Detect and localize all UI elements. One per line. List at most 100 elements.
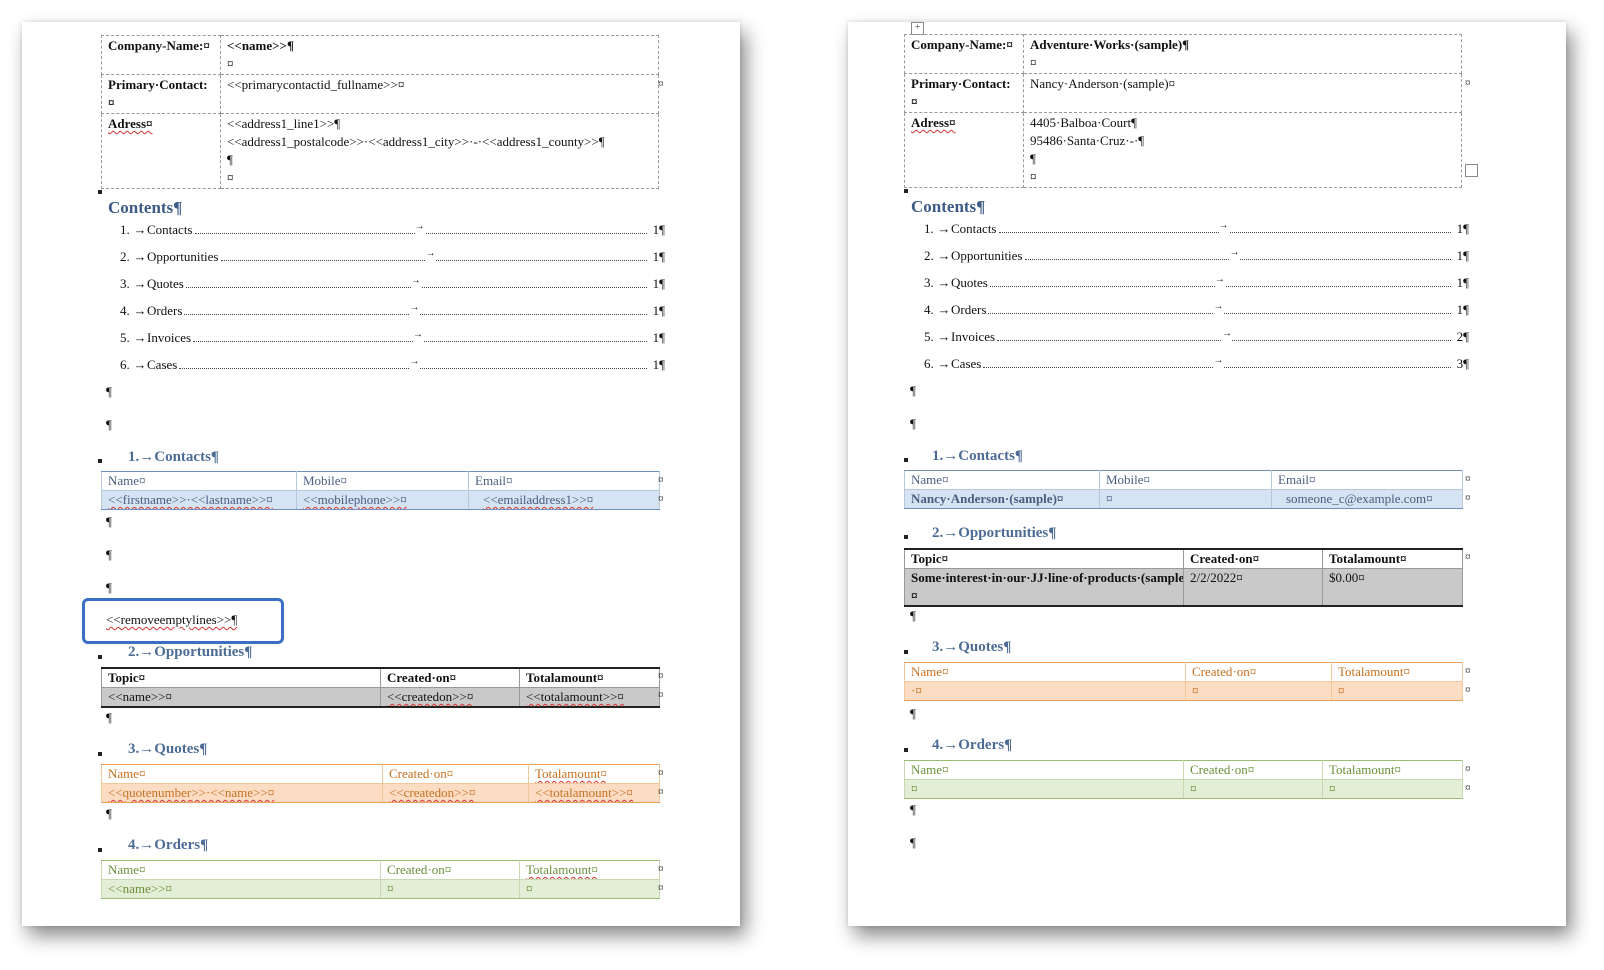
table-cell[interactable]: ¤ (380, 879, 520, 899)
section-heading-orders: 4.→Orders¶ (128, 837, 209, 853)
table-cell[interactable]: 2/2/2022¤ (1183, 568, 1323, 607)
table-cell[interactable]: ¤ (904, 779, 1184, 799)
empty-paragraph: ¶ (910, 608, 916, 623)
paragraph-mark-bullet (98, 848, 102, 852)
section-heading-contacts: 1.→Contacts¶ (128, 449, 220, 465)
column-header: Created·on¤ (1183, 548, 1323, 569)
table-cell[interactable]: Some·interest·in·our·JJ·line·of·products… (904, 568, 1184, 607)
column-header: Name¤ (904, 662, 1186, 682)
company-name-label: Company-Name:¤ (904, 34, 1024, 74)
row-end-mark: ¤ (658, 670, 664, 682)
row-end-mark: ¤ (1465, 473, 1471, 485)
toc-title: Contents¶ (108, 198, 183, 217)
table-cell[interactable]: <<totalamount>>¤ (528, 783, 660, 803)
paragraph-mark-bullet (904, 458, 908, 462)
toc-item[interactable]: 1. → Contacts → 1¶ (924, 217, 1469, 238)
toc-item[interactable]: 1. → Contacts → 1¶ (120, 218, 665, 239)
address-value[interactable]: <<address1_line1>>¶ <<address1_postalcod… (220, 113, 659, 189)
toc-item[interactable]: 6. → Cases → 3¶ (924, 352, 1469, 373)
empty-paragraph: ¶ (106, 384, 112, 399)
paragraph-mark-bullet (904, 650, 908, 654)
address-value[interactable]: 4405·Balboa·Court¶ 95486·Santa·Cruz·-·¶ … (1023, 112, 1462, 188)
empty-paragraph: ¶ (106, 710, 112, 725)
table-cell[interactable]: someone_c@example.com¤ (1271, 489, 1463, 509)
row-end-mark: ¤ (1465, 551, 1471, 563)
table-cell[interactable]: ¤ (1322, 779, 1463, 799)
contacts-table: Name¤ Mobile¤ Email¤ Nancy·Anderson·(sam… (904, 470, 1463, 509)
orders-table: Name¤ Created·on¤ Totalamount¤ <<name>>¤… (101, 860, 660, 899)
toc-item[interactable]: 5. → Invoices → 1¶ (120, 326, 665, 347)
paragraph-mark-bullet (904, 535, 908, 539)
table-cell[interactable]: <<totalamount>>¤ (519, 687, 660, 708)
quotes-table: Name¤ Created·on¤ Totalamount¤ <<quotenu… (101, 764, 660, 803)
table-cell[interactable]: ¤ (519, 879, 660, 899)
primary-contact-label: Primary·Contact:¤ (904, 73, 1024, 113)
paragraph-mark-bullet (98, 190, 102, 194)
paragraph-mark-bullet (98, 655, 102, 659)
table-cell[interactable]: Nancy·Anderson·(sample)¤ (904, 489, 1100, 509)
opportunities-table: Topic¤ Created·on¤ Totalamount¤ <<name>>… (101, 667, 660, 708)
empty-paragraph: ¶ (910, 802, 916, 817)
column-header: Totalamount¤ (1322, 760, 1463, 780)
empty-paragraph: ¶ (106, 514, 112, 529)
column-header: Name¤ (101, 764, 383, 784)
table-cell[interactable]: ¤ (1185, 681, 1332, 701)
column-header: Totalamount¤ (519, 860, 660, 880)
table-cell[interactable]: <<firstname>>·<<lastname>>¤ (101, 490, 297, 510)
contacts-table: Name¤ Mobile¤ Email¤ <<firstname>>·<<las… (101, 471, 660, 510)
table-cell[interactable]: <<name>>¤ (101, 879, 381, 899)
header-info-table: Company-Name:¤ <<name>>¶ ¤ Primary·Contac… (101, 35, 659, 189)
company-name-value[interactable]: <<name>>¶ ¤ (220, 35, 659, 75)
table-cell[interactable]: $0.00¤ (1322, 568, 1463, 607)
table-cell[interactable]: ¤ (1099, 489, 1272, 509)
column-header: Topic¤ (904, 548, 1184, 569)
empty-paragraph: ¶ (106, 806, 112, 821)
company-name-value[interactable]: Adventure·Works·(sample)¶ ¤ (1023, 34, 1462, 74)
toc-item[interactable]: 4. → Orders → 1¶ (120, 299, 665, 320)
toc-item[interactable]: 4. → Orders → 1¶ (924, 298, 1469, 319)
template-document-page: Company-Name:¤ <<name>>¶ ¤ Primary·Contac… (22, 22, 740, 926)
toc-item[interactable]: 3. → Quotes → 1¶ (120, 272, 665, 293)
table-cell[interactable]: <<emailaddress1>>¤ (468, 490, 660, 510)
primary-contact-label: Primary·Contact:¤ (101, 74, 221, 114)
empty-paragraph: ¶ (106, 417, 112, 432)
toc-item[interactable]: 6. → Cases → 1¶ (120, 353, 665, 374)
column-header: Email¤ (1271, 470, 1463, 490)
column-header: Created·on¤ (1185, 662, 1332, 682)
section-heading-orders: 4.→Orders¶ (932, 737, 1013, 753)
table-cell[interactable]: ¤ (1331, 681, 1463, 701)
table-cell[interactable]: <<createdon>>¤ (382, 783, 529, 803)
row-end-mark: ¤ (1465, 763, 1471, 775)
paragraph-mark-bullet (98, 459, 102, 463)
toc-item[interactable]: 2. → Opportunities → 1¶ (924, 244, 1469, 265)
primary-contact-value[interactable]: Nancy·Anderson·(sample)¤ (1023, 73, 1462, 113)
table-resize-handle[interactable] (1465, 164, 1478, 177)
row-end-mark: ¤ (658, 78, 664, 90)
table-cell[interactable]: <<createdon>>¤ (380, 687, 520, 708)
table-cell[interactable]: <<quotenumber>>·<<name>>¤ (101, 783, 383, 803)
table-cell[interactable]: ¤ (1183, 779, 1323, 799)
primary-contact-value[interactable]: <<primarycontactid_fullname>>¤ (220, 74, 659, 114)
row-end-mark: ¤ (658, 689, 664, 701)
row-end-mark: ¤ (658, 767, 664, 779)
column-header: Created·on¤ (382, 764, 529, 784)
table-cell[interactable]: <<mobilephone>>¤ (296, 490, 469, 510)
toc-item[interactable]: 3. → Quotes → 1¶ (924, 271, 1469, 292)
column-header: Mobile¤ (1099, 470, 1272, 490)
row-end-mark: ¤ (658, 474, 664, 486)
header-info-table: Company-Name:¤ Adventure·Works·(sample)¶… (904, 34, 1462, 188)
column-header: Totalamount¤ (1322, 548, 1463, 569)
column-header: Name¤ (904, 760, 1184, 780)
toc-item[interactable]: 2. → Opportunities → 1¶ (120, 245, 665, 266)
row-end-mark: ¤ (658, 786, 664, 798)
column-header: Created·on¤ (1183, 760, 1323, 780)
empty-paragraph: ¶ (910, 835, 916, 850)
remove-empty-lines-tag[interactable]: <<removeemptylines>>¶ (106, 612, 237, 628)
column-header: Mobile¤ (296, 471, 469, 491)
paragraph-mark-bullet (904, 748, 908, 752)
section-heading-quotes: 3.→Quotes¶ (932, 639, 1012, 655)
table-cell[interactable]: <<name>>¤ (101, 687, 381, 708)
toc-item[interactable]: 5. → Invoices → 2¶ (924, 325, 1469, 346)
orders-table: Name¤ Created·on¤ Totalamount¤ ¤ ¤ ¤ (904, 760, 1463, 799)
table-cell[interactable]: ·¤ (904, 681, 1186, 701)
